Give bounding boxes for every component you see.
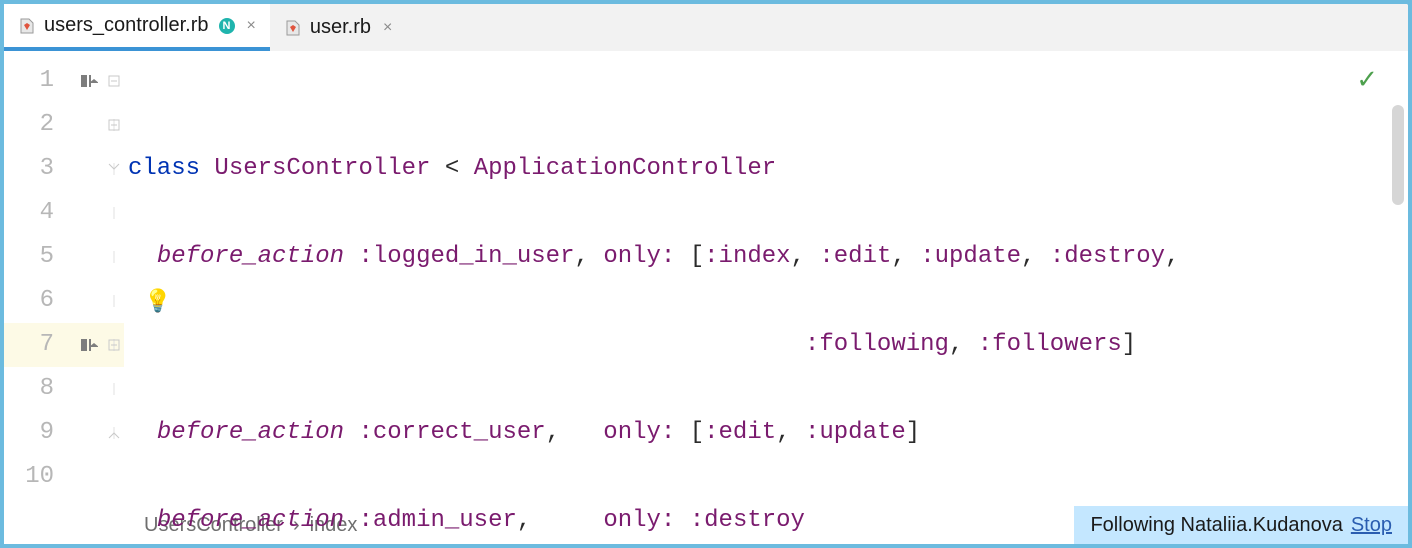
fold-guide (104, 367, 124, 411)
intention-bulb-icon[interactable]: 💡 (144, 281, 171, 325)
code-editor[interactable]: ✓ 1 2 3 4 5 6 7 8 9 10 (4, 51, 1408, 506)
line-number: 10 (4, 455, 104, 499)
new-file-badge: N (219, 18, 235, 34)
line-number: 4 (4, 191, 104, 235)
fold-handle[interactable] (104, 103, 124, 147)
tab-label: user.rb (310, 16, 371, 39)
close-icon[interactable]: × (383, 19, 392, 37)
line-number: 6 (4, 279, 104, 323)
line-number: 9 (4, 411, 104, 455)
fold-guide (104, 455, 124, 499)
fold-handle[interactable] (104, 59, 124, 103)
line-number: 7 (4, 323, 104, 367)
line-number: 8 (4, 367, 104, 411)
close-icon[interactable]: × (247, 17, 256, 35)
tab-users-controller[interactable]: users_controller.rb N × (4, 4, 270, 51)
editor-tab-bar: users_controller.rb N × user.rb × (4, 4, 1408, 51)
fold-guide (104, 279, 124, 323)
code-area[interactable]: 💡 class UsersController < ApplicationCon… (124, 51, 1408, 506)
tab-label: users_controller.rb (44, 14, 209, 37)
ruby-file-icon (18, 17, 36, 35)
fold-column (104, 51, 124, 506)
fold-handle[interactable] (104, 323, 124, 367)
fold-handle[interactable] (104, 411, 124, 455)
line-number-gutter: 1 2 3 4 5 6 7 8 9 10 (4, 51, 104, 506)
fold-guide (104, 235, 124, 279)
method-separator-icon[interactable] (78, 335, 98, 355)
line-number: 5 (4, 235, 104, 279)
tab-user[interactable]: user.rb × (270, 4, 407, 51)
ruby-file-icon (284, 19, 302, 37)
line-number: 1 (4, 59, 104, 103)
line-number: 2 (4, 103, 104, 147)
line-number: 3 (4, 147, 104, 191)
method-separator-icon[interactable] (78, 71, 98, 91)
fold-guide (104, 191, 124, 235)
fold-guide (104, 147, 124, 191)
